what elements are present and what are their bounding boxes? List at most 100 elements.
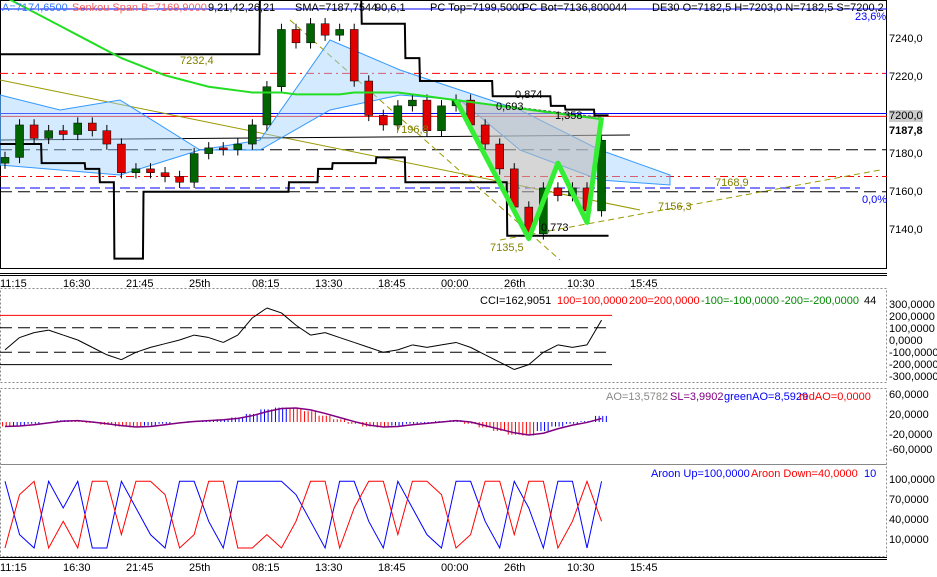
pc-top-label: PC Top=7199,5000 [430,2,525,14]
cci-segment [586,319,602,346]
ichimoku-params: 9,21,42,26,21 [208,2,276,14]
time-tick: 00:00 [441,562,469,574]
aroon-tick: 100,0000 [889,474,935,486]
annotation-7156: 7156,3 [658,201,692,213]
cci-segment [455,341,471,348]
time-tick: 16:30 [63,278,91,290]
current-price: 7187,8 [889,125,923,137]
time-tick: 26th [504,562,526,574]
cci-segment [194,334,209,339]
cci-segment [48,329,64,336]
candle-body [480,124,490,145]
annotation-7135: 7135,5 [490,242,524,254]
candle-body [160,172,170,177]
price-tick: 7240,0 [889,33,923,45]
price-tick: 7180,0 [889,148,923,160]
ratio-0693: 0,693 [496,101,524,113]
cci-segment [397,344,413,351]
cci-tick: 0,0000 [889,335,923,347]
cci-segment [63,334,78,341]
cci-level-m100: -100=-100,0000 [701,295,779,307]
cci-segment [179,334,195,341]
candle-body [219,147,228,151]
candle-body [15,124,24,158]
candle-body [291,29,301,44]
sma-params: 90,6,1 [375,2,406,14]
time-tick: 25th [189,562,211,574]
candle-body [58,130,68,135]
cci-segment [572,344,588,348]
cci-tick: 200,0000 [889,311,935,323]
cci-segment [412,344,428,348]
cci-segment [208,337,224,343]
annotation-7232: 7232,4 [180,55,214,67]
cci-tick: 300,0000 [889,299,935,311]
price-tick: 7220,0 [889,71,923,83]
aroon-period: 10 [864,468,877,480]
candle-body [73,122,82,135]
time-tick: 10:30 [567,278,595,290]
ohlc-label: DE30 O=7182,5 H=7203,0 N=7182,5 S=7200,2 [652,2,884,14]
cci-segment [543,344,559,353]
cci-segment [383,349,398,353]
time-tick: 08:15 [252,562,280,574]
pc-bot-label: PC Bot=7136,8000 [522,2,616,14]
cci-segment [34,329,49,334]
axis-divider [0,273,887,276]
annotation-7168: 7168,9 [715,177,749,189]
cci-segment [19,332,35,339]
cci-segment [354,341,369,348]
cci-segment [470,346,486,356]
pc-period: 44 [615,2,628,14]
candle-body [393,105,403,126]
fib-bottom-label: 0,0% [862,194,888,206]
time-tick: 00:00 [441,278,469,290]
ao-value: AO=13,5782 [606,391,669,403]
candle-body [204,147,213,154]
cci-segment [77,339,93,348]
cci-segment [135,346,151,353]
candle-body [29,124,39,139]
candle-body [248,124,257,145]
ratio-1358: 1,358 [555,110,583,122]
candle-body [131,168,141,173]
cci-level-100: 100=100,0000 [557,295,628,307]
ao-tick: 60,0000 [889,389,929,401]
candle-body [437,105,446,131]
candle-body [364,80,373,116]
candle-body [306,23,315,44]
price-tick: 7200,0 [889,110,923,122]
candle-body [349,29,359,82]
time-tick: 18:45 [378,562,406,574]
aroon-tick: 10,0000 [889,534,929,546]
cci-tick: -200,0000 [889,359,937,371]
cci-segment [514,364,529,370]
candle-body [277,29,286,87]
candle-body [233,143,243,151]
cci-segment [310,332,326,336]
aroon-tick: 70,0000 [889,494,929,506]
time-tick: 08:15 [252,278,280,290]
ao-tick: -20,0000 [889,429,933,441]
ao-sl: SL=3,9902 [670,391,724,403]
cci-segment [150,343,166,348]
cci-level-200: 200=200,0000 [629,295,700,307]
price-chart[interactable] [0,0,887,270]
candle-body [88,122,97,131]
time-tick: 11:15 [0,278,27,290]
cci-segment [324,332,340,339]
aroon-down-value: Aroon Down=40,0000 [751,468,858,480]
cci-level-m200: -200=-200,0000 [781,295,859,307]
ratio-0874: 0,874 [515,89,543,101]
candle-body [175,176,184,183]
price-tick: 7160,0 [889,186,923,198]
time-tick: 21:45 [126,278,154,290]
annotation-7196: 7196,8 [395,124,429,136]
cci-segment [223,334,239,343]
time-tick: 13:30 [315,562,343,574]
time-tick: 21:45 [126,562,154,574]
cci-segment [237,317,253,336]
cci-segment [441,341,457,346]
candle-body [146,168,155,173]
candle-body [335,29,344,36]
